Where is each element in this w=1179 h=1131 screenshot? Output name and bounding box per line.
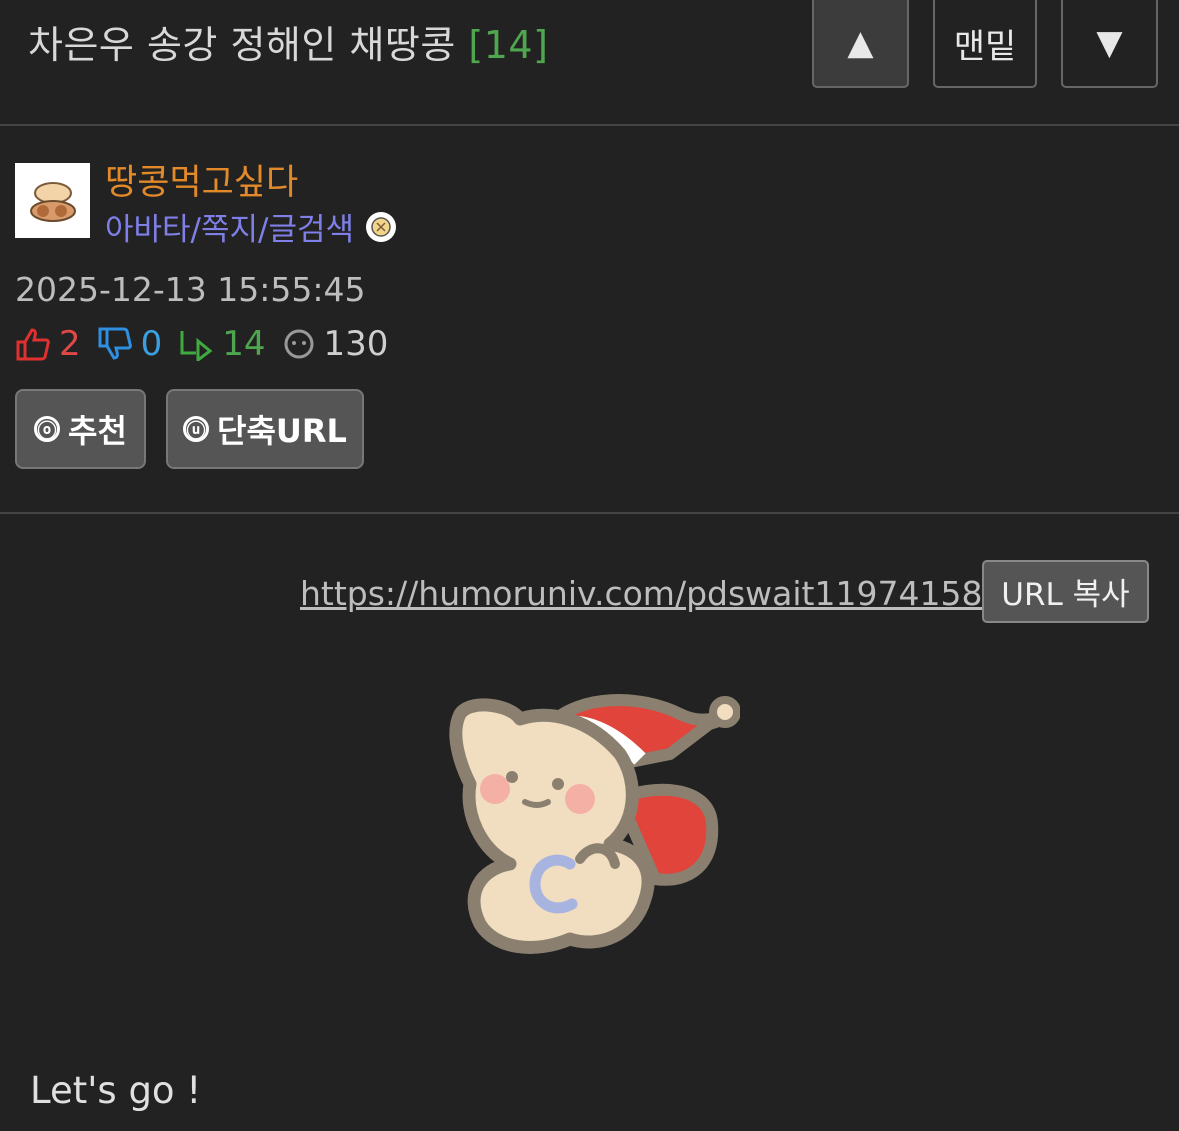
recommend-label: 추천: [68, 412, 127, 450]
avatar[interactable]: [15, 163, 90, 238]
thumbs-up-icon: [16, 328, 50, 361]
replies-stat: 14: [178, 324, 266, 364]
likes-stat: 2: [15, 324, 81, 364]
scroll-up-button[interactable]: ▲: [812, 0, 909, 88]
badge-icon: [366, 211, 397, 242]
scroll-down-button[interactable]: ▼: [1061, 0, 1158, 88]
bear-santa-sticker: [449, 694, 740, 954]
comment-count[interactable]: [14]: [468, 23, 548, 67]
short-url-button[interactable]: ⓤ 단축URL: [166, 389, 364, 469]
post-body-text: Let's go !: [30, 1069, 202, 1112]
post-stats: 2 0 14 130: [15, 324, 404, 364]
post-title-text: 차은우 송강 정해인 채땅콩: [28, 23, 456, 67]
views-face-icon: [284, 329, 314, 359]
post-title: 차은우 송강 정해인 채땅콩 [14]: [28, 14, 548, 69]
short-url-icon: ⓤ: [183, 416, 210, 442]
reply-arrow-icon: [180, 331, 213, 361]
peanut-avatar-icon: [29, 181, 76, 222]
replies-count: 14: [222, 324, 266, 364]
post-content: https://humoruniv.com/pdswait11974158 UR…: [0, 514, 1179, 1131]
author-links-text[interactable]: 아바타/쪽지/글검색: [105, 204, 354, 249]
dislikes-count: 0: [140, 324, 163, 364]
author-links: 아바타/쪽지/글검색: [105, 204, 397, 249]
post-date: 2025-12-13 15:55:45: [15, 270, 366, 309]
views-stat: 130: [282, 324, 389, 364]
copy-url-button[interactable]: URL 복사: [982, 560, 1149, 623]
thumbs-down-icon: [98, 327, 132, 360]
scroll-bottom-button[interactable]: 맨밑: [933, 0, 1037, 88]
post-url-link[interactable]: https://humoruniv.com/pdswait11974158: [300, 574, 982, 613]
recommend-icon: ⓞ: [34, 416, 61, 442]
recommend-button[interactable]: ⓞ 추천: [15, 389, 146, 469]
author-section: 땅콩먹고싶다 아바타/쪽지/글검색 2025-12-13 15:55:45 2 …: [0, 126, 1179, 514]
likes-count: 2: [59, 324, 81, 364]
views-count: 130: [323, 324, 389, 364]
post-header: 차은우 송강 정해인 채땅콩 [14] ▲ 맨밑 ▼: [0, 0, 1179, 126]
author-nickname[interactable]: 땅콩먹고싶다: [105, 154, 298, 205]
short-url-label: 단축URL: [217, 412, 347, 450]
dislikes-stat: 0: [97, 324, 163, 364]
